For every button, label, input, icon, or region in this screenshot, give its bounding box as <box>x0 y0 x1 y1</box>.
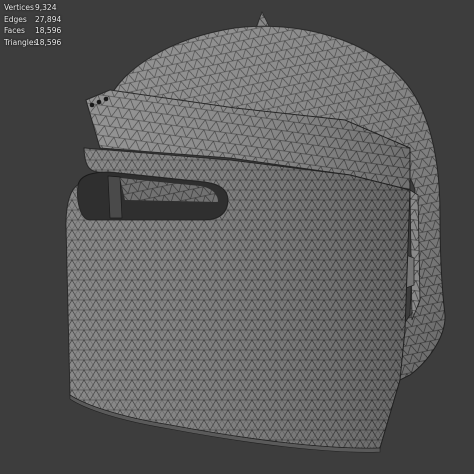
stat-row-faces: Faces 18,596 <box>4 25 61 37</box>
stat-row-triangles: Triangles 18,596 <box>4 37 61 49</box>
stat-label: Triangles <box>4 37 38 47</box>
stat-value: 27,894 <box>35 14 62 24</box>
stat-value: 18,596 <box>35 37 62 47</box>
3d-viewport[interactable]: Vertices 9,324 Edges 27,894 Faces 18,596… <box>0 0 474 474</box>
stat-label: Vertices <box>4 3 34 12</box>
stat-row-vertices: Vertices 9,324 <box>4 2 61 14</box>
stat-value: 18,596 <box>35 26 62 35</box>
stat-value: 9,324 <box>35 3 57 12</box>
scene-statistics-overlay: Vertices 9,324 Edges 27,894 Faces 18,596… <box>4 2 61 48</box>
stat-label: Faces <box>4 26 25 35</box>
stat-label: Edges <box>4 14 27 24</box>
helmet-mesh[interactable] <box>0 0 474 474</box>
stat-row-edges: Edges 27,894 <box>4 14 61 26</box>
